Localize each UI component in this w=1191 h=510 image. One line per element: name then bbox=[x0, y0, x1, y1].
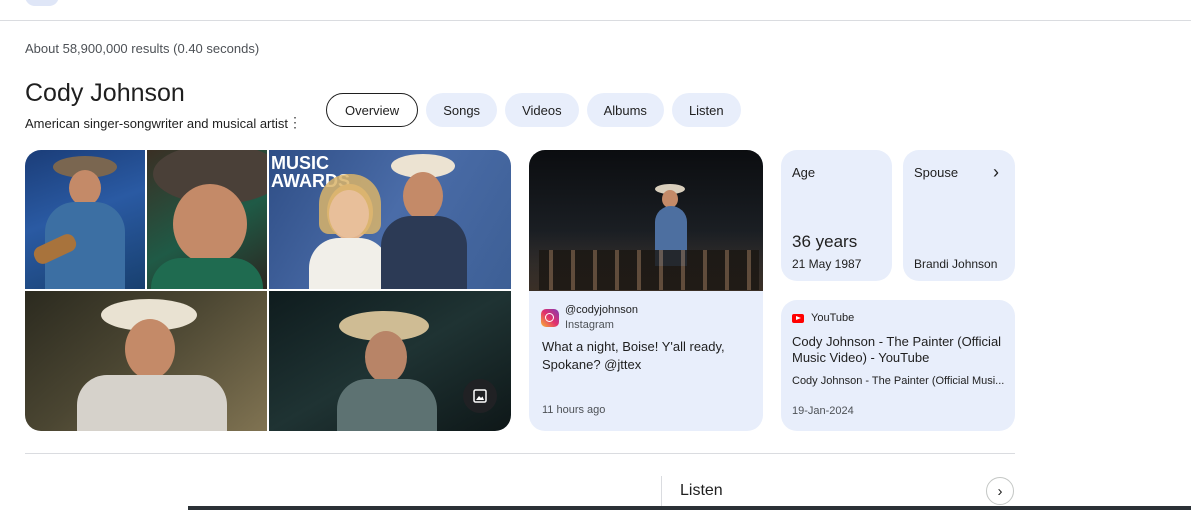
spouse-fact-card[interactable]: Spouse › Brandi Johnson bbox=[903, 150, 1015, 281]
image-icon[interactable] bbox=[463, 379, 497, 413]
post-handle[interactable]: @codyjohnson bbox=[565, 304, 638, 316]
youtube-icon bbox=[792, 314, 804, 323]
gallery-photo-1[interactable] bbox=[25, 150, 145, 289]
age-label: Age bbox=[792, 165, 816, 180]
video-meta: Cody Johnson - The Painter (Official Mus… bbox=[792, 375, 1005, 387]
post-text: What a night, Boise! Y'all ready, Spokan… bbox=[542, 339, 725, 372]
concert-photo bbox=[529, 150, 763, 291]
listen-section-title: Listen bbox=[680, 482, 723, 499]
video-date: 19-Jan-2024 bbox=[792, 405, 854, 417]
age-value: 36 years bbox=[792, 232, 858, 251]
event-sign-1: MUSIC bbox=[271, 153, 329, 173]
tab-albums[interactable]: Albums bbox=[586, 93, 664, 127]
tab-listen[interactable]: Listen bbox=[671, 93, 741, 127]
gallery-photo-4[interactable] bbox=[25, 291, 267, 431]
post-time: 11 hours ago bbox=[542, 404, 606, 416]
entity-tabs: Overview Songs Videos Albums Listen bbox=[326, 93, 741, 127]
video-source: YouTube bbox=[811, 312, 855, 324]
birth-date: 21 May 1987 bbox=[792, 257, 862, 271]
top-scroll-pill bbox=[25, 0, 59, 6]
gallery-photo-5[interactable] bbox=[269, 291, 511, 431]
tab-overview[interactable]: Overview bbox=[326, 93, 419, 127]
chevron-right-icon[interactable]: › bbox=[993, 162, 999, 183]
post-source: Instagram bbox=[565, 319, 614, 331]
listen-divider bbox=[661, 476, 662, 510]
results-stats: About 58,900,000 results (0.40 seconds) bbox=[25, 41, 260, 56]
age-fact-card[interactable]: Age 36 years 21 May 1987 bbox=[781, 150, 892, 281]
instagram-post-card[interactable]: @codyjohnson Instagram What a night, Boi… bbox=[529, 150, 763, 431]
tab-videos[interactable]: Videos bbox=[505, 93, 579, 127]
entity-title: Cody Johnson bbox=[25, 79, 185, 107]
section-divider bbox=[25, 453, 1015, 454]
bottom-media-strip bbox=[188, 506, 1191, 510]
more-vert-icon[interactable]: ⋮ bbox=[288, 114, 302, 131]
chevron-right-icon[interactable]: › bbox=[986, 477, 1014, 505]
gallery-photo-3[interactable]: MUSIC AWARDS bbox=[269, 150, 511, 289]
instagram-icon bbox=[541, 309, 559, 327]
video-title[interactable]: Cody Johnson - The Painter (Official Mus… bbox=[792, 334, 1007, 366]
spouse-name: Brandi Johnson bbox=[914, 257, 998, 271]
header-divider bbox=[0, 20, 1191, 21]
image-gallery: MUSIC AWARDS bbox=[25, 150, 511, 431]
gallery-photo-2[interactable] bbox=[147, 150, 267, 289]
youtube-video-card[interactable]: YouTube Cody Johnson - The Painter (Offi… bbox=[781, 300, 1015, 431]
spouse-label: Spouse bbox=[914, 165, 959, 180]
tab-songs[interactable]: Songs bbox=[426, 93, 498, 127]
entity-description: American singer-songwriter and musical a… bbox=[25, 116, 288, 131]
